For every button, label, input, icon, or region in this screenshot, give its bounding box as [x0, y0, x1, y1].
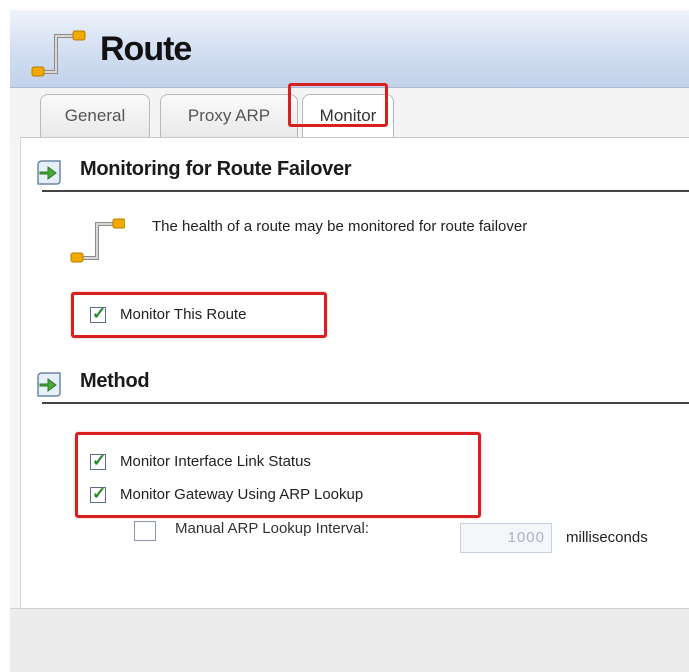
manual-interval-checkbox[interactable] — [134, 521, 156, 541]
interval-input[interactable]: 1000 — [460, 523, 552, 553]
section-header-failover: Monitoring for Route Failover — [22, 155, 682, 191]
monitor-route-highlight — [71, 292, 327, 338]
tab-proxy-arp[interactable]: Proxy ARP — [160, 94, 298, 139]
route-icon — [70, 218, 125, 263]
section-title-failover: Monitoring for Route Failover — [80, 158, 352, 180]
section-title-method: Method — [80, 370, 150, 392]
arrow-right-icon — [37, 160, 61, 185]
route-icon — [31, 30, 86, 77]
failover-description: The health of a route may be monitored f… — [152, 218, 528, 235]
manual-interval-label: Manual ARP Lookup Interval: — [175, 520, 370, 537]
window-title: Route — [100, 30, 192, 68]
tab-highlight-box — [288, 83, 388, 127]
title-bar: Route — [10, 10, 689, 88]
bottom-panel — [10, 608, 689, 672]
section-divider — [42, 402, 689, 404]
arrow-right-icon — [37, 372, 61, 397]
section-header-method: Method — [22, 367, 682, 403]
tab-general[interactable]: General — [40, 94, 150, 139]
method-highlight — [75, 432, 481, 518]
section-divider — [42, 190, 689, 192]
interval-unit-label: milliseconds — [566, 529, 648, 546]
